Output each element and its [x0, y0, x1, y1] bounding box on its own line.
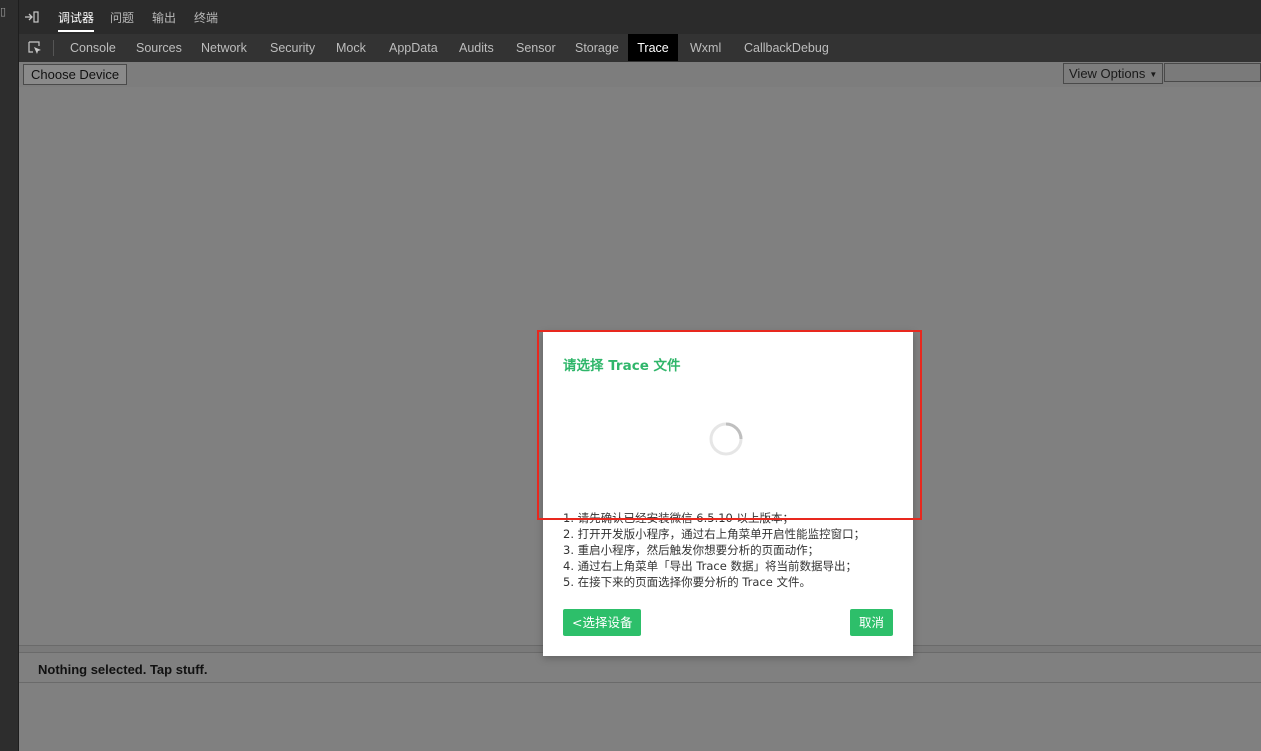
- details-pane-header: Nothing selected. Tap stuff.: [19, 653, 1261, 683]
- dialog-title: 请选择 Trace 文件: [563, 358, 681, 374]
- view-options-button[interactable]: View Options ▼: [1063, 63, 1164, 84]
- debugger-top-bar: 调试器 问题 输出 终端: [19, 0, 1261, 34]
- instruction-item: 3. 重启小程序，然后触发你想要分析的页面动作；: [563, 543, 820, 557]
- tab-trace[interactable]: Trace: [628, 34, 678, 61]
- tab-appdata[interactable]: AppData: [389, 34, 438, 61]
- details-empty-text: Nothing selected. Tap stuff.: [38, 662, 208, 677]
- instruction-item: 1. 请先确认已经安装微信 6.5.10 以上版本；: [563, 511, 795, 525]
- top-tab-output[interactable]: 输出: [152, 9, 176, 26]
- instruction-item: 2. 打开开发版小程序，通过右上角菜单开启性能监控窗口；: [563, 527, 866, 541]
- choose-device-button[interactable]: Choose Device: [23, 64, 128, 85]
- loading-spinner-icon: [709, 422, 743, 456]
- dock-side-icon[interactable]: [24, 9, 40, 25]
- dropdown-arrow-icon: ▼: [1149, 70, 1158, 80]
- filter-input[interactable]: [1164, 63, 1261, 82]
- tab-mock[interactable]: Mock: [336, 34, 366, 61]
- trace-toolbar: Choose Device View Options ▼: [19, 62, 1261, 88]
- top-tab-problems[interactable]: 问题: [110, 9, 134, 26]
- top-tab-debugger[interactable]: 调试器: [58, 9, 95, 32]
- back-select-device-button[interactable]: <选择设备: [563, 609, 642, 636]
- view-options-label: View Options: [1069, 66, 1146, 81]
- tab-audits[interactable]: Audits: [459, 34, 494, 61]
- select-trace-dialog: 请选择 Trace 文件 1. 请先确认已经安装微信 6.5.10 以上版本； …: [543, 332, 913, 656]
- tab-network[interactable]: Network: [201, 34, 247, 61]
- instruction-item: 4. 通过右上角菜单「导出 Trace 数据」将当前数据导出；: [563, 559, 857, 573]
- tab-callbackdebug[interactable]: CallbackDebug: [744, 34, 829, 61]
- tab-sources[interactable]: Sources: [136, 34, 182, 61]
- instruction-item: 5. 在接下来的页面选择你要分析的 Trace 文件。: [563, 575, 811, 589]
- tab-separator: [53, 40, 54, 56]
- inspect-element-icon[interactable]: [27, 40, 43, 56]
- details-pane-body: [19, 683, 1261, 751]
- tab-wxml[interactable]: Wxml: [690, 34, 721, 61]
- devtools-tab-bar: Console Sources Network Security Mock Ap…: [19, 34, 1261, 63]
- instructions-list: 1. 请先确认已经安装微信 6.5.10 以上版本； 2. 打开开发版小程序，通…: [563, 510, 903, 590]
- tab-security[interactable]: Security: [270, 34, 315, 61]
- left-activity-strip: ▯: [0, 0, 19, 751]
- tab-storage[interactable]: Storage: [575, 34, 619, 61]
- tab-sensor[interactable]: Sensor: [516, 34, 556, 61]
- collapsed-panel-icon[interactable]: ▯: [0, 6, 6, 18]
- cancel-button[interactable]: 取消: [849, 609, 893, 636]
- top-tab-terminal[interactable]: 终端: [194, 9, 218, 26]
- tab-console[interactable]: Console: [70, 34, 116, 61]
